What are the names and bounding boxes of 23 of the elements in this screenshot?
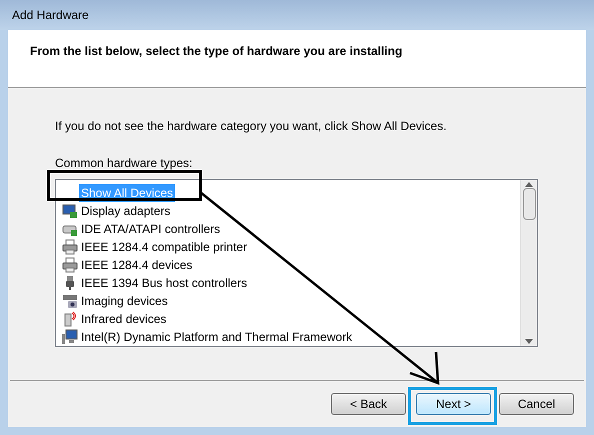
scanner-icon xyxy=(62,293,78,309)
list-item[interactable]: IDE ATA/ATAPI controllers xyxy=(79,220,222,238)
list-item[interactable]: IEEE 1394 Bus host controllers xyxy=(79,274,250,292)
scroll-down-icon[interactable] xyxy=(525,339,533,344)
dialog-button[interactable]: Cancel xyxy=(499,393,574,415)
printer-icon xyxy=(62,257,78,273)
list-item[interactable]: IEEE 1284.4 devices xyxy=(79,256,194,274)
printer-icon xyxy=(62,239,78,255)
monitor-icon xyxy=(62,203,78,219)
infrared-icon xyxy=(62,311,78,327)
list-item[interactable]: Intel(R) Dynamic Platform and Thermal Framework xyxy=(79,328,354,346)
list-item[interactable]: Infrared devices xyxy=(79,310,168,328)
window-title: Add Hardware xyxy=(12,7,89,24)
list-label: Common hardware types: xyxy=(55,155,194,171)
instruction-text: If you do not see the hardware category you want, click Show All Devices. xyxy=(55,118,448,135)
list-item[interactable]: Display adapters xyxy=(79,202,172,220)
list-item[interactable]: Imaging devices xyxy=(79,292,170,310)
scrollbar[interactable] xyxy=(520,180,537,346)
header-heading: From the list below, select the type of hardware you are installing xyxy=(30,44,402,58)
dialog-button[interactable]: < Back xyxy=(331,393,406,415)
scroll-thumb[interactable] xyxy=(522,188,536,220)
list-item[interactable]: IEEE 1284.4 compatible printer xyxy=(79,238,250,256)
default-button[interactable]: Next > xyxy=(416,393,491,415)
